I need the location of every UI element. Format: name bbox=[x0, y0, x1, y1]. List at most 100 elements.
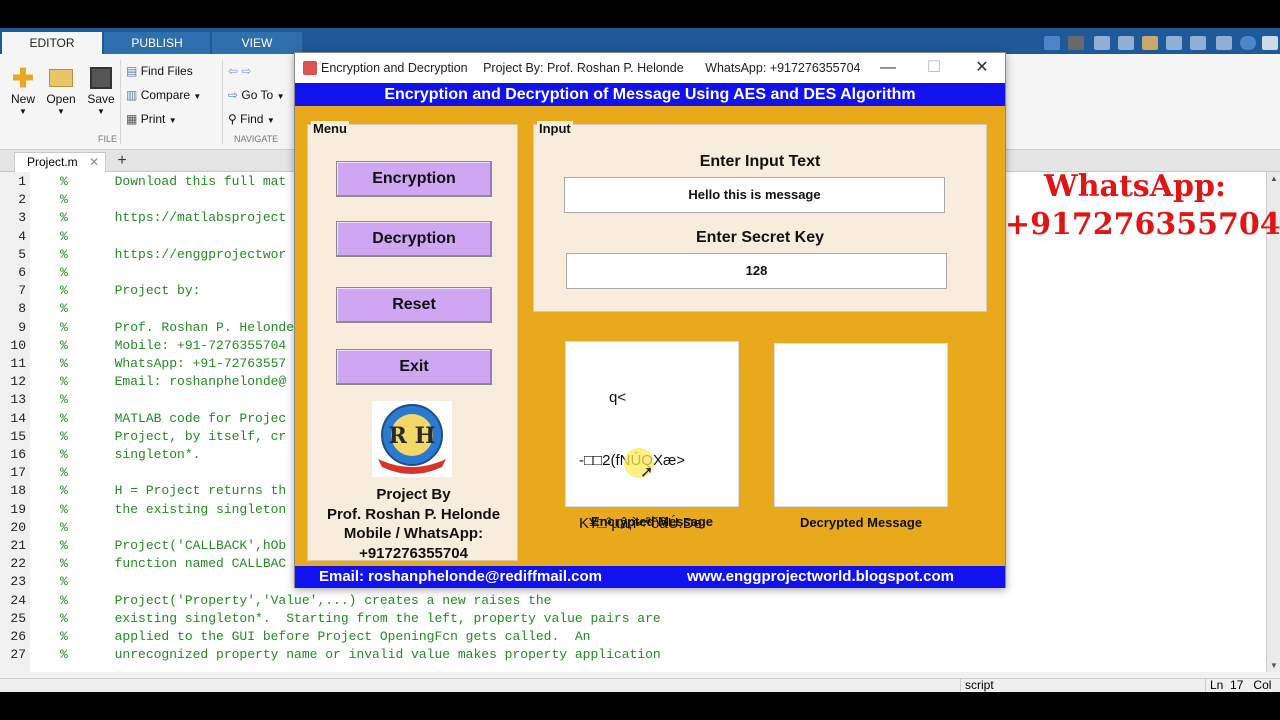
decrypted-message-caption: Decrypted Message bbox=[799, 515, 923, 530]
exit-button[interactable]: Exit bbox=[336, 349, 492, 385]
close-icon[interactable]: ✕ bbox=[959, 53, 1005, 83]
line-number: 11 bbox=[10, 356, 26, 371]
decryption-button[interactable]: Decryption bbox=[336, 221, 492, 257]
scroll-down-icon[interactable]: ▼ bbox=[1270, 661, 1278, 670]
project-logo: R H bbox=[372, 401, 452, 477]
quick-access-icon[interactable] bbox=[1044, 36, 1060, 50]
code-line[interactable]: % Prof. Roshan P. Helonde bbox=[60, 320, 294, 335]
scroll-up-icon[interactable]: ▲ bbox=[1270, 174, 1278, 183]
secret-key-heading: Enter Secret Key bbox=[695, 229, 825, 246]
section-label-navigate: NAVIGATE bbox=[234, 134, 279, 144]
code-line[interactable]: % Project('CALLBACK',hOb bbox=[60, 538, 286, 553]
chevron-down-icon: ▼ bbox=[193, 92, 202, 101]
decrypted-message-box[interactable] bbox=[774, 343, 948, 507]
code-line[interactable]: % bbox=[60, 301, 68, 316]
code-line[interactable]: % Project('Property','Value',...) create… bbox=[60, 593, 551, 608]
editor-scrollbar[interactable]: ▲ ▼ bbox=[1266, 172, 1280, 672]
maximize-icon[interactable]: ☐ bbox=[911, 53, 957, 83]
help-icon[interactable] bbox=[1240, 36, 1256, 50]
open-button[interactable]: Open ▼ bbox=[44, 64, 78, 118]
save-button[interactable]: Save ▼ bbox=[84, 64, 118, 118]
file-tab-project[interactable]: Project.m ✕ bbox=[14, 152, 106, 172]
code-line[interactable]: % the existing singleton bbox=[60, 502, 286, 517]
figure-body: Encryption and Decryption of Message Usi… bbox=[295, 83, 1005, 588]
line-number: 7 bbox=[18, 283, 26, 299]
line-number: 8 bbox=[18, 301, 26, 317]
reset-button[interactable]: Reset bbox=[336, 287, 492, 323]
save-icon[interactable] bbox=[1068, 36, 1084, 50]
code-line[interactable]: % Mobile: +91-7276355704 bbox=[60, 338, 286, 353]
secret-key-field[interactable]: 128 bbox=[566, 253, 947, 289]
encrypted-message-box[interactable]: q< -□□2(fNÚQXæ> K¥□³µâ;ì<ªðâÚ.De ➚ bbox=[565, 341, 739, 532]
back-forward-icon[interactable]: ⇦ ⇨ bbox=[228, 64, 251, 78]
code-line[interactable]: % bbox=[60, 574, 68, 589]
find-files-button[interactable]: ▤ Find Files bbox=[126, 64, 193, 78]
project-credit: Project By Prof. Roshan P. Helonde Mobil… bbox=[326, 486, 501, 562]
window-title: Encryption and Decryption bbox=[321, 61, 468, 75]
code-line[interactable]: % Project, by itself, cr bbox=[60, 429, 286, 444]
switch-windows-icon[interactable] bbox=[1216, 36, 1232, 50]
code-line[interactable]: % existing singleton*. Starting from the… bbox=[60, 611, 661, 626]
code-line[interactable]: % bbox=[60, 392, 68, 407]
line-number: 21 bbox=[10, 538, 26, 553]
ribbon-tab-bar: EDITOR PUBLISH VIEW bbox=[0, 28, 1280, 54]
code-line[interactable]: % singleton*. bbox=[60, 447, 200, 462]
code-line[interactable]: % bbox=[60, 229, 68, 244]
line-number-gutter: 1 2 3 4 5 6 7 8 9 10 11 12 13 14 15 16 17 18 19 20 21 22 23 24 2… bbox=[0, 172, 30, 672]
print-button[interactable]: ▦ Print ▼ bbox=[126, 112, 177, 126]
code-line[interactable]: % https://enggprojectwor bbox=[60, 247, 286, 262]
code-line[interactable]: % MATLAB code for Projec bbox=[60, 411, 286, 426]
code-line[interactable]: % H = Project returns th bbox=[60, 483, 286, 498]
line-number: 2 bbox=[18, 192, 26, 208]
code-line[interactable]: % applied to the GUI before Project Open… bbox=[60, 629, 591, 644]
chevron-down-icon: ▼ bbox=[97, 107, 105, 116]
code-line[interactable]: % WhatsApp: +91-72763557 bbox=[60, 356, 286, 371]
line-number: 22 bbox=[10, 556, 26, 572]
redo-icon[interactable] bbox=[1190, 36, 1206, 50]
find-button[interactable]: ⚲ Find ▼ bbox=[228, 112, 275, 126]
input-text-field[interactable]: Hello this is message bbox=[564, 177, 945, 213]
section-divider bbox=[120, 60, 121, 144]
compare-icon: ▥ bbox=[126, 88, 138, 102]
code-line[interactable]: % Email: roshanphelonde@ bbox=[60, 374, 286, 389]
line-number: 12 bbox=[10, 374, 26, 390]
code-line[interactable]: % Project by: bbox=[60, 283, 200, 298]
line-number: 25 bbox=[10, 610, 26, 626]
code-line[interactable]: % Download this full mat bbox=[60, 174, 286, 189]
tab-editor[interactable]: EDITOR bbox=[2, 32, 102, 54]
code-line[interactable]: % bbox=[60, 192, 68, 207]
line-number: 5 bbox=[18, 246, 26, 262]
add-tab-icon[interactable]: + bbox=[112, 150, 132, 172]
encryption-button[interactable]: Encryption bbox=[336, 161, 492, 197]
tab-view[interactable]: VIEW bbox=[212, 32, 302, 54]
go-to-button[interactable]: ⇨ Go To ▼ bbox=[228, 88, 284, 102]
code-line[interactable]: % bbox=[60, 465, 68, 480]
line-number: 26 bbox=[10, 629, 26, 644]
compare-button[interactable]: ▥ Compare ▼ bbox=[126, 88, 201, 102]
code-line[interactable]: % bbox=[60, 520, 68, 535]
matlab-logo-icon bbox=[303, 61, 317, 75]
section-label-file: FILE bbox=[98, 134, 118, 144]
line-number: 1 bbox=[18, 174, 26, 189]
expand-icon[interactable] bbox=[1262, 36, 1278, 50]
line-number: 20 bbox=[10, 519, 26, 535]
folder-icon bbox=[49, 69, 73, 87]
status-bar: script Ln 17 Col bbox=[0, 678, 1280, 692]
new-button[interactable]: ✚ New ▼ bbox=[6, 64, 40, 118]
cursor-position: Ln 17 Col bbox=[1210, 678, 1272, 692]
code-line[interactable]: % https://matlabsproject bbox=[60, 210, 286, 225]
undo-icon[interactable] bbox=[1166, 36, 1182, 50]
code-line[interactable]: % function named CALLBAC bbox=[60, 556, 286, 571]
chevron-down-icon: ▼ bbox=[168, 116, 177, 125]
code-line[interactable]: % unrecognized property name or invalid … bbox=[60, 647, 661, 662]
search-icon: ⚲ bbox=[228, 112, 237, 126]
paste-icon[interactable] bbox=[1142, 36, 1158, 50]
section-divider bbox=[222, 60, 223, 144]
copy-icon[interactable] bbox=[1118, 36, 1134, 50]
tab-publish[interactable]: PUBLISH bbox=[104, 32, 210, 54]
cut-icon[interactable] bbox=[1094, 36, 1110, 50]
close-icon[interactable]: ✕ bbox=[89, 153, 99, 171]
code-line[interactable]: % bbox=[60, 265, 68, 280]
minimize-icon[interactable]: — bbox=[865, 53, 911, 83]
floppy-icon bbox=[90, 67, 112, 89]
